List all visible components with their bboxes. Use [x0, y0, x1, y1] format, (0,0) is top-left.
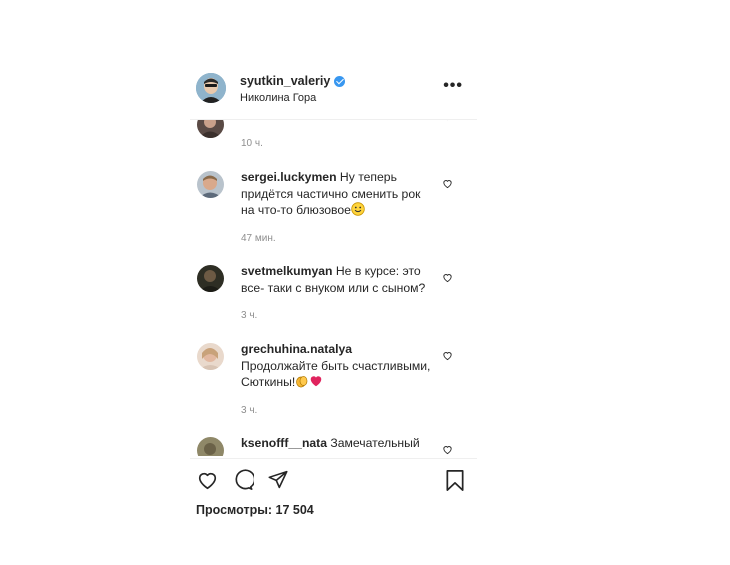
views-count[interactable]: Просмотры: 17 504 [196, 503, 314, 517]
commenter-avatar[interactable] [197, 171, 224, 198]
commenter-avatar[interactable] [197, 265, 224, 292]
post-location[interactable]: Николина Гора [240, 92, 316, 104]
commenter-avatar[interactable] [197, 119, 224, 138]
comment-username[interactable]: grechuhina.natalya [241, 342, 352, 356]
comment-text: sergei.luckymen Ну теперь придётся части… [241, 169, 431, 221]
like-heart-icon[interactable] [196, 469, 219, 491]
clapping-hands-emoji-icon [295, 374, 309, 393]
comment-text: ksenofff__nata Замечательный [241, 435, 431, 452]
comment-username[interactable]: ksenofff__nata [241, 436, 327, 450]
comment-time[interactable]: 3 ч. [241, 405, 257, 416]
post-actions: Просмотры: 17 504 [190, 458, 477, 523]
author-username[interactable]: syutkin_valeriy [240, 74, 330, 88]
like-comment-heart-icon[interactable] [442, 178, 453, 189]
commenter-avatar[interactable] [197, 343, 224, 370]
comment-username[interactable]: svetmelkumyan [241, 264, 332, 278]
bookmark-icon[interactable] [445, 469, 465, 492]
comment-time[interactable]: 10 ч. [241, 138, 263, 149]
comment-icon[interactable] [232, 469, 254, 491]
share-icon[interactable] [267, 469, 289, 490]
comment-text: grechuhina.natalya Продолжайте быть счас… [241, 341, 431, 393]
verified-icon [334, 75, 346, 87]
comment-username[interactable]: sergei.luckymen [241, 170, 337, 184]
comment-body: Замечательный [330, 436, 420, 450]
red-heart-emoji-icon [309, 374, 323, 393]
author-avatar[interactable] [196, 73, 226, 103]
post-header: syutkin_valeriy Николина Гора ••• [190, 62, 477, 120]
comment-body: Продолжайте быть счастливыми, Сюткины! [241, 358, 431, 390]
smile-emoji-icon [351, 202, 365, 221]
like-comment-heart-icon[interactable] [442, 272, 453, 283]
post-panel: syutkin_valeriy Николина Гора ••• 10 ч. … [190, 62, 477, 522]
comments-list[interactable]: 10 ч. sergei.luckymen Ну теперь придётся… [190, 119, 477, 456]
comment-text: svetmelkumyan Не в курсе: это все- таки … [241, 263, 431, 296]
comment-time[interactable]: 3 ч. [241, 310, 257, 321]
like-comment-heart-icon[interactable] [442, 350, 453, 361]
comment-time[interactable]: 47 мин. [241, 233, 276, 244]
like-comment-heart-icon[interactable] [442, 444, 453, 455]
more-options-icon[interactable]: ••• [443, 78, 463, 94]
commenter-avatar[interactable] [197, 437, 224, 456]
author-username-row[interactable]: syutkin_valeriy [240, 74, 346, 88]
